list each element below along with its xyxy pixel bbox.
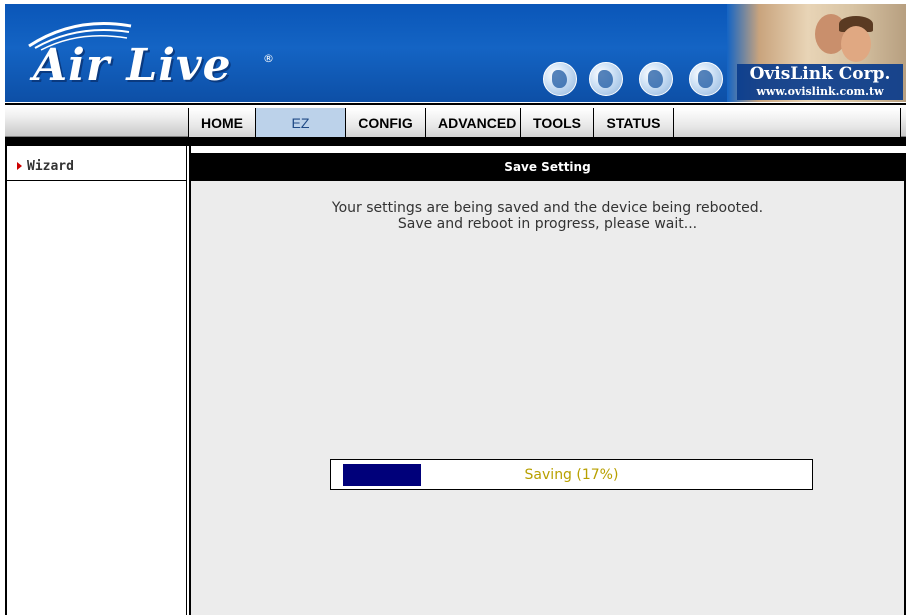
corp-logo: OvisLink Corp. www.ovislink.com.tw	[737, 64, 903, 100]
nav-spacer	[673, 108, 901, 138]
corp-name: OvisLink Corp.	[749, 64, 891, 84]
sidebar-item-wizard[interactable]: Wizard	[7, 154, 187, 181]
tab-home[interactable]: HOME	[188, 108, 255, 138]
main-panel: Save Setting Your settings are being sav…	[191, 153, 906, 615]
page-title: Save Setting	[191, 153, 904, 181]
tab-advanced[interactable]: ADVANCED	[425, 108, 520, 138]
tab-config[interactable]: CONFIG	[345, 108, 425, 138]
registered-mark: ®	[263, 52, 274, 65]
sidebar: Wizard	[5, 146, 191, 615]
tab-tools[interactable]: TOOLS	[520, 108, 593, 138]
progress-bar: Saving (17%)	[330, 459, 813, 490]
wait-message: Save and reboot in progress, please wait…	[397, 216, 698, 232]
airlive-logo: Air Live	[33, 40, 232, 91]
nav-tabs: HOME EZ SETUP CONFIG ADVANCED TOOLS STAT…	[188, 108, 901, 161]
globe-icon	[689, 62, 723, 96]
header-banner: Air Live ® OvisLink Corp. www.ovislink.c…	[5, 4, 906, 102]
globe-icon	[639, 62, 673, 96]
globe-icon	[589, 62, 623, 96]
tab-status[interactable]: STATUS	[593, 108, 673, 138]
arrow-right-icon	[17, 162, 22, 170]
progress-label: Saving (17%)	[524, 467, 619, 483]
globe-icon	[543, 62, 577, 96]
corp-url: www.ovislink.com.tw	[756, 85, 884, 98]
top-nav: HOME EZ SETUP CONFIG ADVANCED TOOLS STAT…	[5, 103, 906, 161]
tab-ez-setup[interactable]: EZ SETUP	[255, 108, 345, 161]
sidebar-item-label: Wizard	[27, 159, 74, 174]
status-message: Your settings are being saved and the de…	[331, 200, 764, 216]
photo-child	[841, 26, 871, 62]
nav-divider	[5, 137, 906, 146]
